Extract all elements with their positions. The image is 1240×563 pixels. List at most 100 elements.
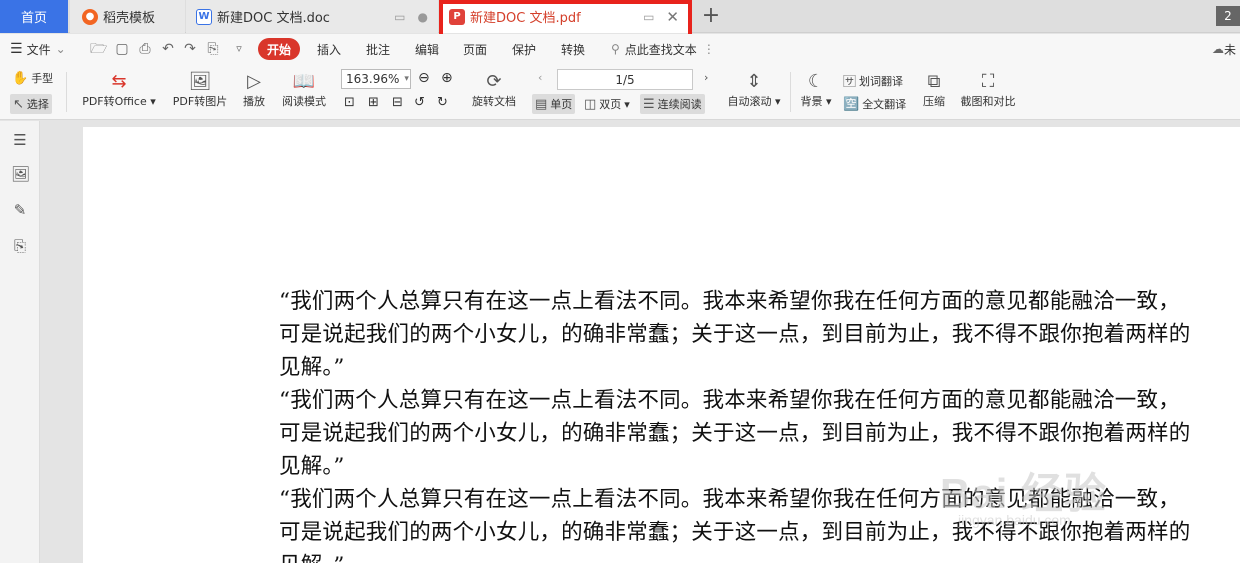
tab-convert[interactable]: 转换 (561, 34, 585, 64)
word-translate-label: 划词翻译 (859, 74, 904, 88)
play-label: 播放 (243, 95, 265, 108)
pdf-file-icon: P (449, 8, 465, 25)
redo-icon[interactable]: ↷ (182, 41, 198, 57)
pdf-to-image-button[interactable]: 🖼 PDF转图片 (170, 68, 230, 110)
read-mode-button[interactable]: 📖 阅读模式 (278, 68, 330, 110)
tab-home[interactable]: 首页 (0, 0, 68, 33)
tab-bar: 首页 ● 稻壳模板 W 新建DOC 文档.doc ▭ ● P 新建DOC 文档.… (0, 0, 1240, 40)
single-page-icon: ▤ (535, 96, 548, 112)
cloud-sync-label: 未 (1224, 42, 1237, 57)
rotate-doc-icon: ⟳ (486, 70, 502, 92)
tab-pdf-active[interactable]: P 新建DOC 文档.pdf ▭ ✕ (441, 0, 689, 33)
tab-templates-label: 稻壳模板 (103, 11, 156, 26)
double-page-label: 双页 (599, 98, 622, 111)
screenshot-compare-label: 截图和对比 (960, 95, 1016, 108)
document-paragraph: “我们两个人总算只有在这一点上看法不同。我本来希望你我在任何方面的意见都能融洽一… (279, 289, 1191, 380)
tab-annotate[interactable]: 批注 (366, 34, 390, 64)
tab-doc[interactable]: W 新建DOC 文档.doc ▭ ● (186, 0, 438, 33)
compress-icon: ⧉ (927, 70, 941, 92)
hand-icon: ✋ (12, 70, 29, 86)
search-box[interactable]: ⚲ 点此查找文本 ⋮ (611, 34, 715, 64)
left-sidebar: ☰ 🖼 ✎ ⎘ (0, 121, 40, 563)
zoom-out-icon[interactable]: ⊖ (418, 70, 430, 86)
full-translate-label: 全文翻译 (862, 98, 907, 111)
translate-icon: 🈂 (843, 75, 857, 90)
moon-icon: ☾ (807, 70, 825, 92)
tab-templates[interactable]: ● 稻壳模板 (70, 0, 185, 33)
new-tab-button[interactable]: + (700, 2, 722, 30)
tab-pdf-label: 新建DOC 文档.pdf (470, 11, 581, 26)
next-page-icon[interactable]: › (704, 71, 708, 84)
file-menu-label: 文件 (26, 42, 51, 57)
continuous-label: 连续阅读 (657, 98, 702, 111)
select-tool-button[interactable]: ↖ 选择 (10, 94, 52, 114)
zoom-in-icon[interactable]: ⊕ (441, 70, 453, 86)
fit-width-icon[interactable]: ⊟ (392, 95, 403, 110)
ribbon-toolbar: ✋ 手型 ↖ 选择 ⇆ PDF转Office ▾ 🖼 PDF转图片 ▷ 播放 📖 阅… (0, 64, 1240, 120)
double-page-button[interactable]: ◫ 双页 ▾ (584, 96, 630, 112)
close-tab-icon[interactable]: ✕ (666, 8, 679, 26)
rotate-right-icon[interactable]: ↻ (437, 95, 448, 110)
full-translate-icon: 🈳 (843, 96, 860, 112)
undo-icon[interactable]: ↶ (160, 41, 176, 57)
screenshot-icon: ⛶ (981, 70, 995, 92)
print-icon[interactable]: ⎙ (137, 41, 153, 57)
auto-scroll-icon: ⇕ (746, 70, 762, 92)
compress-label: 压缩 (923, 95, 945, 108)
save-icon[interactable]: ▢ (114, 41, 130, 57)
pdf-to-office-button[interactable]: ⇆ PDF转Office ▾ (80, 68, 158, 110)
background-button[interactable]: ☾ 背景 ▾ (798, 68, 834, 110)
screenshot-compare-button[interactable]: ⛶ 截图和对比 (956, 68, 1020, 110)
wps-pdf-window: 首页 ● 稻壳模板 W 新建DOC 文档.doc ▭ ● P 新建DOC 文档.… (0, 0, 1240, 563)
file-menu[interactable]: ☰ 文件 ⌄ (10, 34, 66, 64)
rotate-left-icon[interactable]: ↺ (414, 95, 425, 110)
tab-page[interactable]: 页面 (463, 34, 487, 64)
tab-doc-label: 新建DOC 文档.doc (217, 11, 330, 26)
search-icon: ⚲ (611, 42, 620, 56)
attachment-icon[interactable]: ⎘ (11, 237, 29, 255)
docer-logo-icon: ● (82, 8, 98, 25)
page-indicator: 1/5 (615, 72, 635, 87)
menu-row: ☰ 文件 ⌄ 🗁 ▢ ⎙ ↶ ↷ ⎘ ▿ 开始 插入 批注 编辑 页面 保护 转… (0, 34, 1240, 64)
tab-edit[interactable]: 编辑 (415, 34, 439, 64)
baidu-jingyan-watermark: Bai 经验 jingyan.baidu.com (940, 470, 1108, 528)
fit-page-icon[interactable]: ⊞ (368, 95, 379, 110)
hand-tool-button[interactable]: ✋ 手型 (12, 70, 53, 86)
compress-button[interactable]: ⧉ 压缩 (920, 68, 948, 110)
page-number-input[interactable]: 1/5 (557, 69, 693, 90)
image-convert-icon: 🖼 (188, 70, 212, 92)
pin-icon[interactable]: ▭ (643, 10, 654, 24)
hamburger-icon: ☰ (10, 41, 23, 57)
pin-icon[interactable]: ▭ (394, 10, 405, 24)
pdf-to-office-label: PDF转Office (82, 95, 147, 108)
single-page-button[interactable]: ▤ 单页 (532, 94, 576, 114)
cloud-sync[interactable]: ☁ 未 (1212, 34, 1236, 64)
continuous-read-button[interactable]: ☰ 连续阅读 (640, 94, 705, 114)
hand-tool-label: 手型 (31, 72, 54, 85)
outline-icon[interactable]: ☰ (11, 131, 29, 149)
word-translate-button[interactable]: 🈂 划词翻译 (843, 71, 904, 91)
tab-protect[interactable]: 保护 (512, 34, 536, 64)
auto-scroll-button[interactable]: ⇕ 自动滚动 ▾ (724, 68, 784, 110)
zoom-value: 163.96% (346, 72, 400, 86)
prev-page-icon[interactable]: ‹ (538, 71, 542, 84)
tab-start[interactable]: 开始 (258, 38, 301, 60)
annotation-pen-icon[interactable]: ✎ (11, 201, 29, 219)
thumbnail-icon[interactable]: 🖼 (11, 165, 30, 183)
full-translate-button[interactable]: 🈳 全文翻译 (843, 96, 906, 112)
actual-size-icon[interactable]: ⊡ (344, 95, 355, 110)
unsaved-dot-icon: ● (417, 9, 428, 24)
play-icon: ▷ (247, 70, 261, 92)
rotate-doc-button[interactable]: ⟳ 旋转文档 (468, 68, 520, 110)
zoom-select[interactable]: 163.96% ▾ (341, 69, 411, 89)
search-placeholder: 点此查找文本 (624, 42, 697, 57)
export-icon[interactable]: ⎘ (205, 41, 221, 57)
play-button[interactable]: ▷ 播放 (240, 68, 268, 110)
word-doc-icon: W (196, 8, 212, 25)
pdf-to-image-label: PDF转图片 (172, 95, 228, 108)
open-folder-icon[interactable]: 🗁 (90, 41, 107, 57)
window-count-badge[interactable]: 2 (1216, 6, 1240, 26)
customize-dropdown-icon[interactable]: ▿ (231, 41, 247, 57)
more-icon[interactable]: ⋮ (703, 42, 715, 56)
tab-insert[interactable]: 插入 (317, 34, 341, 64)
